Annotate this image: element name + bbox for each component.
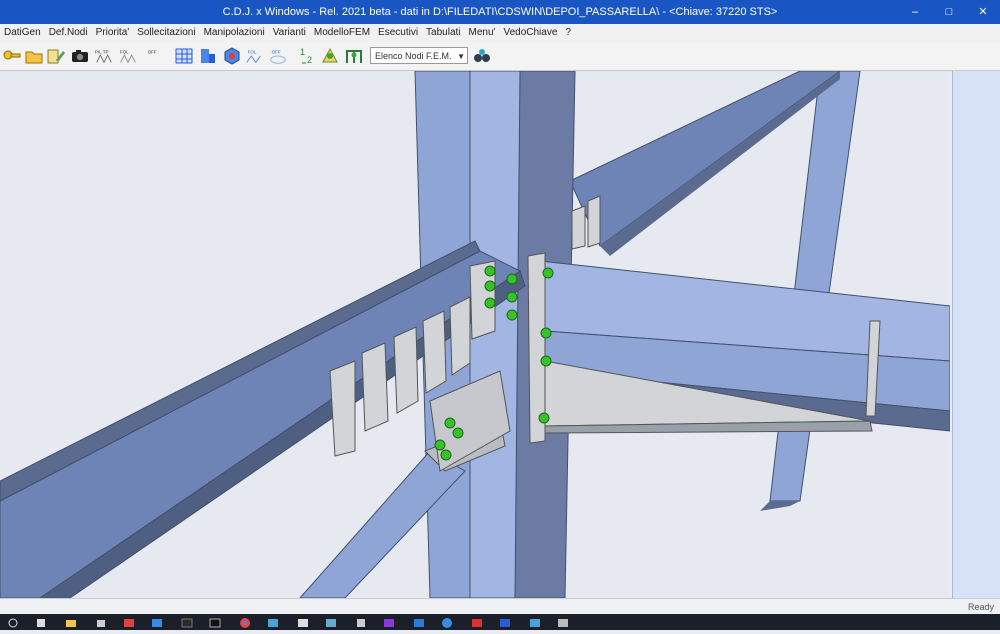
off-label: OFF [148, 49, 157, 54]
pil-tp-label: PIL TP [95, 49, 109, 54]
app-icon[interactable] [528, 616, 542, 628]
steel-connection-3d-view [0, 71, 950, 598]
fol-view-label: FOL [248, 49, 257, 54]
node-list-value: Elenco Nodi F.E.M. [375, 51, 452, 61]
app-icon[interactable] [440, 616, 454, 628]
folder-open-icon[interactable] [24, 46, 44, 66]
chevron-down-icon: ▼ [457, 52, 465, 61]
app-icon[interactable] [150, 616, 164, 628]
camera-icon[interactable] [70, 46, 90, 66]
off-view-icon[interactable]: OFF [268, 46, 290, 66]
app-icon[interactable] [354, 616, 368, 628]
explorer-icon[interactable] [64, 616, 78, 628]
menu-vedochiave[interactable]: VedoChiave [499, 24, 561, 42]
search-icon[interactable] [34, 616, 48, 628]
menu-varianti[interactable]: Varianti [269, 24, 310, 42]
cube-icon[interactable] [222, 46, 242, 66]
app-icon[interactable] [324, 616, 338, 628]
taskbar [0, 614, 1000, 630]
close-button[interactable]: ✕ [966, 0, 1000, 24]
key-icon[interactable] [2, 46, 22, 66]
chrome-icon[interactable] [238, 616, 252, 628]
menu-menu[interactable]: Menu' [465, 24, 500, 42]
off-view-label: OFF [272, 49, 281, 54]
maximize-button[interactable]: □ [932, 0, 966, 24]
svg-text:1: 1 [300, 47, 305, 57]
pil-tp-icon[interactable]: PIL TP [94, 46, 116, 66]
menu-datigen[interactable]: DatiGen [0, 24, 45, 42]
menu-manipolazioni[interactable]: Manipolazioni [200, 24, 269, 42]
app-icon[interactable] [412, 616, 426, 628]
window-title: C.D.J. x Windows - Rel. 2021 beta - dati… [222, 6, 778, 18]
app-icon[interactable] [266, 616, 280, 628]
frame-icon[interactable] [344, 46, 364, 66]
edit-icon[interactable] [46, 46, 66, 66]
title-bar: C.D.J. x Windows - Rel. 2021 beta - dati… [0, 0, 1000, 24]
grid-icon[interactable] [174, 46, 194, 66]
start-icon[interactable] [6, 616, 20, 628]
status-text: Ready [967, 602, 994, 612]
menu-modellofem[interactable]: ModelloFEM [310, 24, 374, 42]
off-icon[interactable]: OFF [144, 46, 166, 66]
app-icon[interactable] [556, 616, 570, 628]
toolbar: PIL TP FOL OFF FOL OFF 12 [0, 42, 1000, 71]
node-list-select[interactable]: Elenco Nodi F.E.M. ▼ [370, 47, 468, 64]
pdf-icon[interactable] [470, 616, 484, 628]
app-icon[interactable] [296, 616, 310, 628]
fol-icon[interactable]: FOL [118, 46, 140, 66]
fol-label: FOL [120, 49, 129, 54]
store-icon[interactable] [94, 616, 108, 628]
menu-esecutivi[interactable]: Esecutivi [374, 24, 422, 42]
menu-help[interactable]: ? [561, 24, 575, 42]
menu-priorita[interactable]: Priorita' [92, 24, 134, 42]
node-icon[interactable] [320, 46, 340, 66]
fol-view-icon[interactable]: FOL [244, 46, 266, 66]
menu-def-nodi[interactable]: Def.Nodi [45, 24, 92, 42]
terminal-icon[interactable] [208, 616, 222, 628]
app-icon[interactable] [382, 616, 396, 628]
table-icon[interactable] [198, 46, 218, 66]
menu-bar: DatiGen Def.Nodi Priorita' Sollecitazion… [0, 24, 1000, 42]
status-bar: Ready [0, 598, 1000, 615]
model-viewport[interactable] [0, 71, 950, 598]
menu-tabulati[interactable]: Tabulati [422, 24, 464, 42]
side-panel [952, 71, 1000, 598]
app-icon[interactable] [498, 616, 512, 628]
svg-text:2: 2 [307, 55, 312, 65]
numbers-icon[interactable]: 12 [298, 46, 318, 66]
app-icon[interactable] [122, 616, 136, 628]
minimize-button[interactable]: – [898, 0, 932, 24]
app-icon[interactable] [180, 616, 194, 628]
view-binoculars-icon[interactable] [472, 46, 492, 66]
menu-sollecitazioni[interactable]: Sollecitazioni [133, 24, 199, 42]
